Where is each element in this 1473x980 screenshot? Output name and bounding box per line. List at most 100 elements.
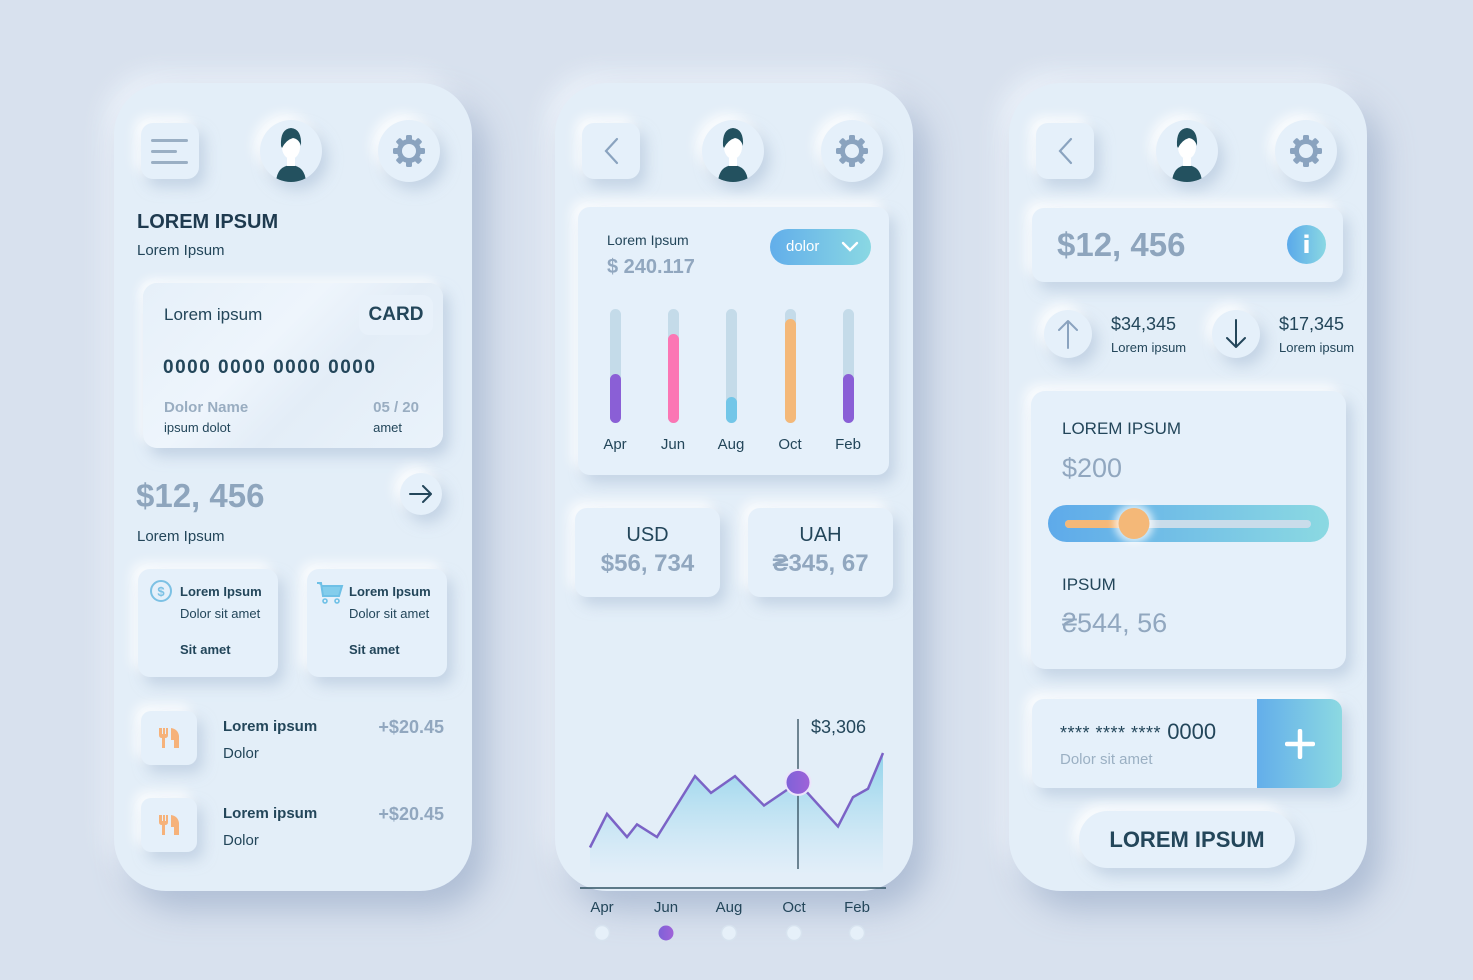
settings-button[interactable] (378, 120, 440, 182)
saved-card[interactable]: **** **** **** 0000 Dolor sit amet (1032, 699, 1342, 788)
bar-track-aug (726, 309, 737, 423)
bar-feb[interactable] (843, 373, 854, 423)
transaction-title: Lorem ipsum (223, 805, 318, 822)
page-dot[interactable] (593, 924, 611, 942)
bar-track-jun (668, 309, 679, 423)
page-dot[interactable] (785, 924, 803, 942)
avatar[interactable] (260, 120, 322, 182)
area-fill (590, 753, 883, 873)
converted-heading: IPSUM (1062, 575, 1116, 594)
page-dot[interactable] (848, 924, 866, 942)
bar-label: Jun (660, 436, 686, 453)
expense-label: Lorem ipsum (1279, 340, 1355, 355)
bar-jun[interactable] (668, 334, 679, 423)
transaction-subtitle: Dolor (223, 832, 259, 849)
info-icon[interactable]: i (1287, 225, 1326, 264)
balance-amount: $12, 456 (136, 477, 265, 514)
transaction-amount: +$20.45 (378, 804, 444, 824)
tile-title: Lorem Ipsum (180, 584, 262, 599)
tile-payments[interactable]: $ Lorem Ipsum Dolor sit amet Sit amet (138, 569, 278, 677)
balance-details-button[interactable] (400, 473, 442, 515)
area-chart-svg: $3,306 Apr Jun Aug Oct Feb (580, 717, 886, 942)
arrow-down-icon (1226, 319, 1246, 348)
bar-track-feb (843, 309, 854, 423)
settings-button[interactable] (821, 120, 883, 182)
transaction-amount: +$20.45 (378, 717, 444, 737)
expense-value: $17,345 (1279, 314, 1345, 334)
page-dot[interactable] (720, 924, 738, 942)
tile-shopping[interactable]: Lorem Ipsum Dolor sit amet Sit amet (307, 569, 447, 677)
shopping-cart-icon (317, 582, 344, 604)
fork-knife-icon (159, 815, 179, 835)
balance-card: $12, 456 i (1032, 208, 1343, 282)
page-dot[interactable] (658, 925, 674, 941)
highlight-point[interactable] (784, 768, 812, 796)
bank-card[interactable]: Lorem ipsum CARD 0000 0000 0000 0000 Dol… (143, 283, 443, 448)
settings-button[interactable] (1275, 120, 1337, 182)
tile-desc: Dolor sit amet (349, 606, 430, 621)
back-button[interactable] (1036, 123, 1094, 179)
bar-aug[interactable] (726, 396, 737, 423)
card-holder-value: ipsum dolot (164, 420, 231, 435)
dropdown-value: dolor (786, 238, 820, 255)
currency-code: UAH (799, 524, 842, 546)
x-tick-label: Feb (844, 899, 870, 916)
fork-knife-icon (159, 728, 179, 748)
tile-desc: Dolor sit amet (180, 606, 261, 621)
bar-oct[interactable] (785, 319, 796, 423)
bar-apr[interactable] (610, 373, 621, 423)
gear-icon (1290, 135, 1322, 167)
transaction-icon-box (141, 798, 197, 852)
transfer-card: LOREM IPSUM $200 IPSUM ₴544, 56 (1031, 391, 1346, 669)
highlight-label: $3,306 (811, 717, 866, 737)
card-mask: **** **** **** (1060, 723, 1162, 743)
card-last4: 0000 (1167, 719, 1217, 744)
period-dropdown[interactable]: dolor (770, 229, 871, 265)
tile-footer: Sit amet (180, 642, 231, 657)
bar-label: Apr (603, 436, 627, 453)
x-tick-label: Oct (782, 899, 806, 916)
masked-card-number: **** **** **** 0000 (1060, 719, 1216, 745)
phone-screen-wallet: LOREM IPSUM Lorem Ipsum Lorem ipsum CARD… (114, 83, 472, 891)
bar-chart (578, 305, 889, 423)
back-button[interactable] (582, 123, 640, 179)
card-holder-label: Dolor Name (164, 399, 249, 416)
x-tick-label: Apr (590, 899, 613, 916)
chart-total: $ 240.117 (607, 256, 695, 278)
phone-screen-analytics: Lorem Ipsum $ 240.117 dolor Apr Jun Aug Oct… (555, 83, 913, 942)
chart-title: Lorem Ipsum (607, 232, 689, 248)
expense-button[interactable] (1212, 310, 1260, 358)
area-chart: $3,306 Apr Jun Aug Oct Feb (575, 623, 895, 953)
transfer-amount: $200 (1062, 453, 1123, 483)
card-number: 0000 0000 0000 0000 (163, 357, 377, 378)
bar-chart-card: Lorem Ipsum $ 240.117 dolor Apr Jun Aug Oct… (578, 207, 889, 475)
user-avatar-icon (718, 128, 748, 182)
income-value: $34,345 (1111, 314, 1177, 334)
currency-card-uah[interactable]: UAH ₴345, 67 (748, 508, 893, 597)
slider-handle[interactable] (1118, 508, 1150, 539)
card-label: Lorem ipsum (164, 305, 263, 324)
primary-action-button[interactable]: LOREM IPSUM (1079, 811, 1295, 868)
amount-slider[interactable] (1048, 505, 1329, 542)
income-button[interactable] (1044, 310, 1092, 358)
x-tick-label: Aug (716, 899, 743, 916)
gear-icon (393, 135, 425, 167)
transaction-icon-box (141, 711, 197, 765)
arrow-up-icon (1058, 320, 1078, 349)
menu-button[interactable] (141, 123, 199, 179)
card-tag: CARD (359, 295, 433, 335)
gear-icon (836, 135, 868, 167)
currency-value: $56, 734 (600, 550, 695, 577)
bar-label: Feb (835, 436, 861, 453)
chevron-down-icon (841, 241, 859, 252)
x-tick-label: Jun (654, 899, 678, 916)
tile-footer: Sit amet (349, 642, 400, 657)
balance-label: Lorem Ipsum (137, 528, 225, 545)
bar-track-oct (785, 309, 796, 423)
avatar[interactable] (1156, 120, 1218, 182)
user-avatar-icon (1172, 128, 1202, 182)
currency-card-usd[interactable]: USD $56, 734 (575, 508, 720, 597)
avatar[interactable] (702, 120, 764, 182)
currency-value: ₴345, 67 (772, 550, 869, 577)
add-card-button[interactable] (1257, 699, 1342, 788)
